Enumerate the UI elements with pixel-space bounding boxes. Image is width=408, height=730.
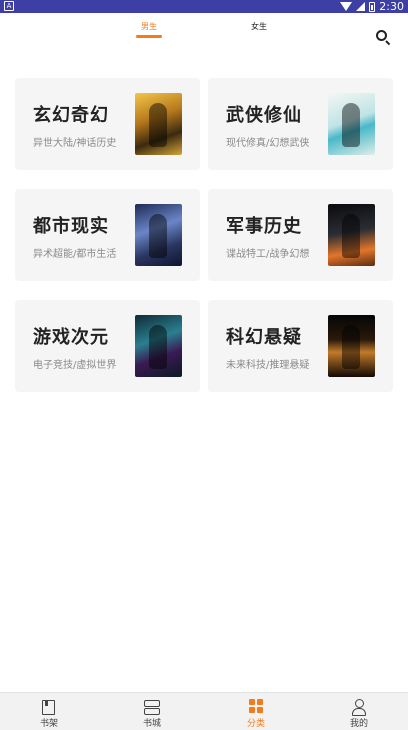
status-time: 2:30 (379, 0, 404, 13)
category-card-scifi[interactable]: 科幻悬疑 未来科技/推理悬疑 (208, 300, 393, 392)
category-cover-image (328, 315, 375, 377)
grid-icon (249, 699, 264, 714)
category-subtitle: 电子竞技/虚拟世界 (33, 360, 117, 371)
category-cover-image (135, 204, 182, 266)
search-icon[interactable] (375, 29, 391, 46)
nav-item-category[interactable]: 分类 (226, 693, 286, 730)
user-icon (352, 699, 366, 716)
category-card-military[interactable]: 军事历史 谍战特工/战争幻想 (208, 189, 393, 281)
gender-tabs: 男生 女生 (0, 13, 408, 53)
notification-a-icon: A (4, 1, 14, 11)
active-tab-indicator (136, 35, 162, 38)
category-subtitle: 未来科技/推理悬疑 (226, 360, 310, 371)
nav-label: 我的 (349, 719, 368, 729)
category-card-game[interactable]: 游戏次元 电子竞技/虚拟世界 (15, 300, 200, 392)
category-title: 都市现实 (33, 216, 109, 237)
category-title: 玄幻奇幻 (33, 105, 109, 126)
category-cover-image (328, 204, 375, 266)
category-cover-image (135, 93, 182, 155)
category-cover-image (328, 93, 375, 155)
tab-male[interactable]: 男生 (129, 21, 169, 32)
wifi-icon (340, 2, 353, 11)
battery-icon (369, 1, 376, 12)
category-card-wuxia[interactable]: 武侠修仙 现代修真/幻想武侠 (208, 78, 393, 170)
nav-label: 分类 (246, 719, 265, 729)
nav-label: 书城 (142, 719, 161, 729)
nav-item-profile[interactable]: 我的 (329, 693, 389, 730)
nav-item-bookshelf[interactable]: 书架 (19, 693, 79, 730)
category-card-urban[interactable]: 都市现实 异术超能/都市生活 (15, 189, 200, 281)
category-subtitle: 谍战特工/战争幻想 (226, 249, 310, 260)
nav-label: 书架 (39, 719, 58, 729)
category-subtitle: 异术超能/都市生活 (33, 249, 117, 260)
category-subtitle: 现代修真/幻想武侠 (226, 138, 310, 149)
store-icon (144, 700, 160, 715)
status-icons: 2:30 (340, 0, 404, 13)
nav-item-bookstore[interactable]: 书城 (122, 693, 182, 730)
category-title: 武侠修仙 (226, 105, 302, 126)
bottom-nav: 书架 书城 分类 我的 (0, 692, 408, 730)
category-title: 科幻悬疑 (226, 327, 302, 348)
category-title: 军事历史 (226, 216, 302, 237)
category-cover-image (135, 315, 182, 377)
tab-female[interactable]: 女生 (239, 21, 279, 32)
category-subtitle: 异世大陆/神话历史 (33, 138, 117, 149)
signal-icon (356, 2, 366, 11)
category-card-fantasy[interactable]: 玄幻奇幻 异世大陆/神话历史 (15, 78, 200, 170)
book-icon (42, 700, 55, 715)
status-bar: A 2:30 (0, 0, 408, 13)
category-title: 游戏次元 (33, 327, 109, 348)
